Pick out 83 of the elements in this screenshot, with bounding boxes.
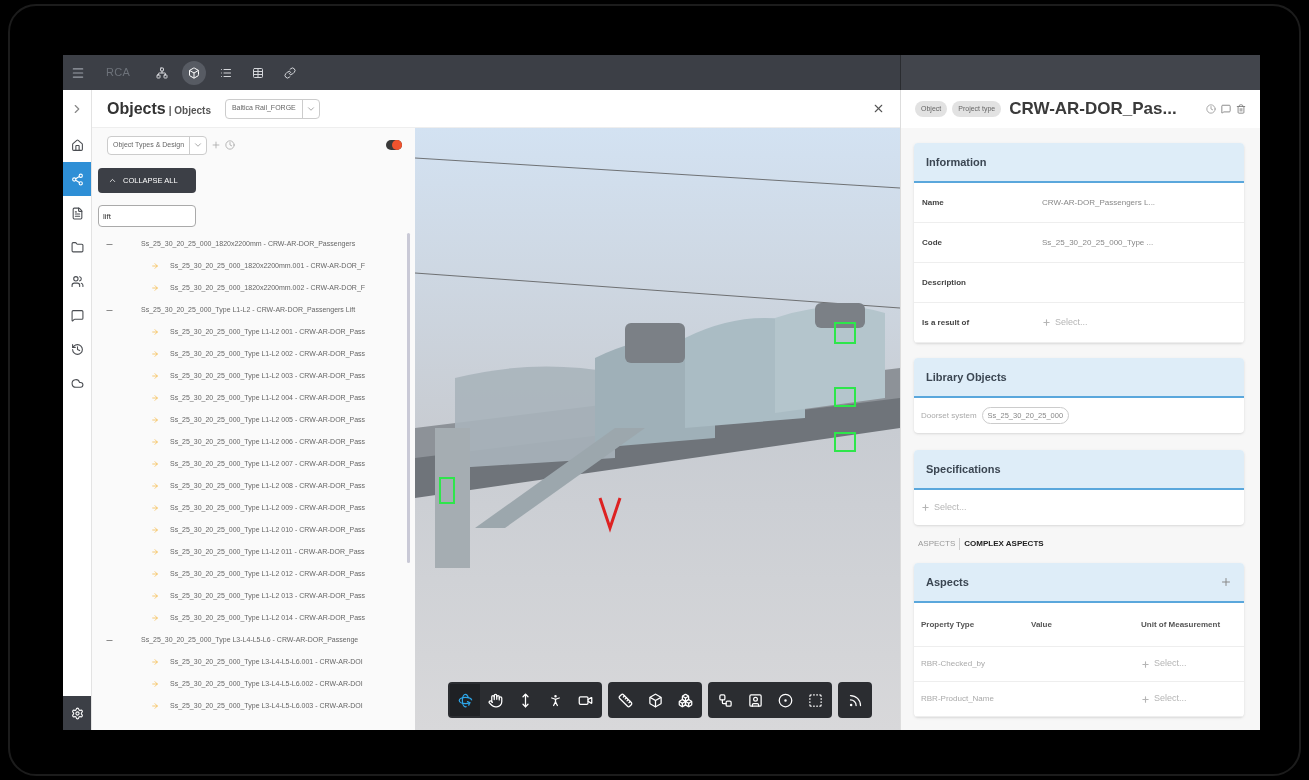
list-icon	[220, 66, 233, 79]
settings-icon	[70, 706, 84, 720]
hierarchy-icon	[70, 172, 84, 186]
link-icon	[284, 66, 297, 79]
table-icon	[252, 66, 265, 79]
toggle-switch[interactable]	[386, 140, 402, 150]
field-label: Description	[922, 276, 967, 289]
card-title: Specifications	[926, 461, 1001, 477]
toolbar-tab[interactable]	[182, 60, 207, 85]
field-label: Code	[922, 236, 943, 249]
home-icon	[70, 138, 84, 152]
plus-icon	[1141, 659, 1150, 669]
plus-icon	[1042, 318, 1051, 327]
column-header: Unit of Measurement	[1141, 618, 1222, 631]
card-title: Aspects	[926, 574, 969, 590]
users-icon	[70, 274, 84, 288]
menu-icon	[70, 65, 85, 80]
arrow-right-icon	[151, 372, 159, 380]
cloud-icon	[70, 376, 84, 390]
arrow-right-icon	[151, 394, 159, 402]
field-value: Ss_25_30_20_25_000_Type ...	[1042, 236, 1154, 249]
feed-icon	[847, 692, 863, 708]
hierarchy-icon	[717, 692, 733, 708]
cube-icon	[188, 66, 201, 79]
arrow-right-icon	[151, 350, 159, 358]
id-card-icon	[747, 692, 763, 708]
arrow-right-icon	[151, 658, 159, 666]
cubes-icon	[677, 692, 693, 708]
trash-icon[interactable]	[1236, 104, 1246, 114]
field-label: Is a result of	[922, 316, 971, 329]
hand-icon	[487, 692, 503, 708]
column-header: Property Type	[921, 618, 976, 631]
arrow-right-icon	[151, 592, 159, 600]
field-value: CRW-AR-DOR_Passengers L...	[1042, 196, 1156, 209]
search-field[interactable]: lift	[98, 205, 196, 227]
chevron-up-icon	[108, 176, 117, 185]
arrow-right-icon	[151, 482, 159, 490]
plus-icon	[211, 140, 222, 150]
panel-title: Objects	[107, 98, 166, 119]
document-icon	[70, 206, 84, 220]
object-title: CRW-AR-DOR_Pas...	[1009, 98, 1177, 121]
arrow-right-icon	[151, 526, 159, 534]
card-title: Library Objects	[926, 369, 1007, 385]
arrow-right-icon	[151, 416, 159, 424]
arrow-right-icon	[151, 284, 159, 292]
clock-icon	[225, 140, 236, 150]
card-title: Information	[926, 154, 987, 170]
folder-icon	[70, 240, 84, 254]
arrow-right-icon	[151, 504, 159, 512]
column-header: Value	[1031, 618, 1053, 631]
table-cell-text: RBR-Product_Name	[921, 693, 995, 705]
arrow-right-icon	[151, 614, 159, 622]
plus-icon	[921, 503, 930, 512]
aspect-tab[interactable]: COMPLEX ASPECTS	[959, 538, 1044, 550]
arrow-right-icon	[151, 328, 159, 336]
field-label: Doorset system	[921, 409, 977, 422]
plus-icon	[1220, 576, 1232, 588]
close-icon	[872, 102, 885, 115]
arrow-right-icon	[151, 570, 159, 578]
settings-button[interactable]	[63, 696, 91, 730]
circle-icon	[777, 692, 793, 708]
field-label: Name	[922, 196, 945, 209]
table-cell-text: RBR-Checked_by	[921, 658, 987, 670]
plus-icon	[1141, 694, 1150, 704]
viewer-tool-button[interactable]	[450, 684, 480, 716]
comment-icon	[70, 308, 84, 322]
hierarchy-icon	[156, 66, 169, 79]
arrow-right-icon	[151, 680, 159, 688]
scrollbar[interactable]	[407, 233, 410, 563]
close-button[interactable]	[872, 102, 885, 115]
arrow-right-icon	[151, 548, 159, 556]
arrow-right-icon	[151, 262, 159, 270]
ruler-icon	[617, 692, 633, 708]
history-icon	[70, 342, 84, 356]
nav-item[interactable]	[63, 162, 91, 196]
chevron-down-icon	[193, 140, 204, 150]
arrow-right-icon	[151, 702, 159, 710]
cube-icon	[647, 692, 663, 708]
orbit-icon	[457, 692, 473, 708]
square-icon	[807, 692, 823, 708]
arrow-right-icon	[151, 438, 159, 446]
panel-subtitle: | Objects	[168, 103, 211, 118]
arrow-right-icon	[151, 460, 159, 468]
